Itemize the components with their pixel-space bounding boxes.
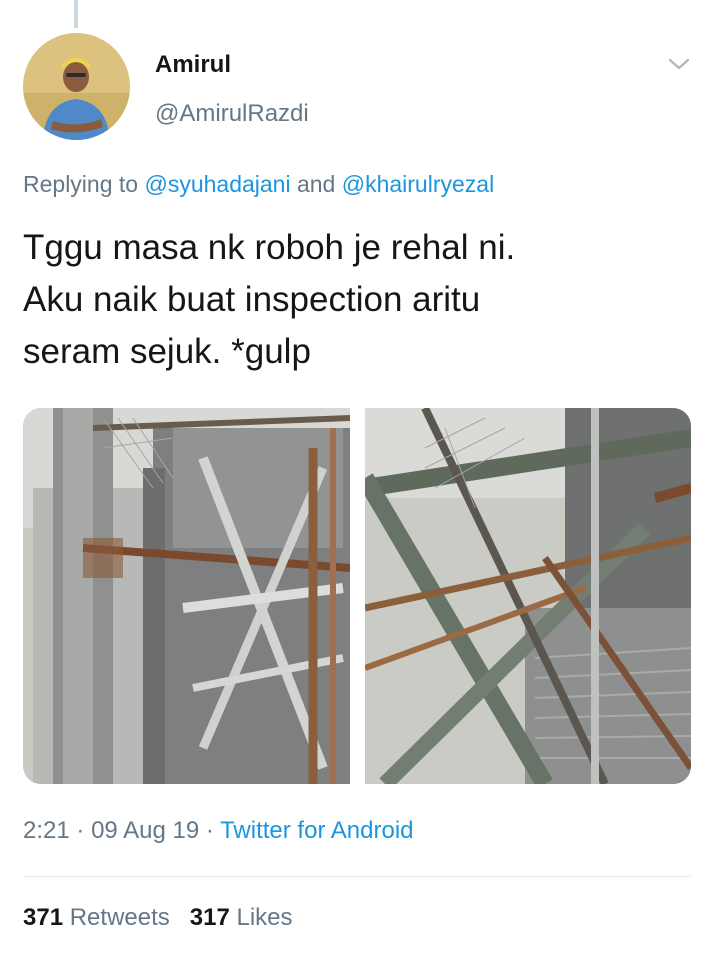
- retweets-count: 371: [23, 904, 64, 931]
- tweet-line: seram sejuk. *gulp: [23, 332, 311, 371]
- stats-divider: [23, 876, 691, 877]
- likes-count: 317: [189, 904, 230, 931]
- mention-link-1[interactable]: @syuhadajani: [144, 171, 290, 197]
- tweet-text: Tggu masa nk roboh je rehal ni. Aku naik…: [23, 222, 693, 378]
- author-handle[interactable]: @AmirulRazdi: [155, 100, 309, 128]
- tweet-date[interactable]: 09 Aug 19: [91, 817, 199, 844]
- reply-prefix: Replying to: [23, 171, 139, 197]
- tweet-image-1[interactable]: [23, 408, 350, 784]
- reply-conjunction: and: [296, 171, 336, 197]
- avatar[interactable]: [23, 33, 130, 140]
- tweet-line: Aku naik buat inspection aritu: [23, 280, 481, 319]
- retweets-stat[interactable]: 371 Retweets: [23, 904, 170, 931]
- mention-link-2[interactable]: @khairulryezal: [342, 171, 494, 197]
- retweets-label: Retweets: [69, 904, 170, 931]
- author-name[interactable]: Amirul: [155, 51, 231, 79]
- meta-separator: ·: [205, 817, 214, 844]
- thread-connector-line: [74, 0, 78, 28]
- tweet-line: Tggu masa nk roboh je rehal ni.: [23, 228, 516, 267]
- chevron-down-icon[interactable]: [667, 54, 691, 74]
- tweet-image-2[interactable]: [365, 408, 691, 784]
- tweet-meta: 2:21 · 09 Aug 19 · Twitter for Android: [23, 817, 414, 845]
- likes-stat[interactable]: 317 Likes: [190, 904, 293, 931]
- reply-context: Replying to @syuhadajani and @khairulrye…: [23, 171, 494, 198]
- meta-separator: ·: [76, 817, 85, 844]
- tweet-source-link[interactable]: Twitter for Android: [220, 817, 413, 844]
- likes-label: Likes: [236, 904, 293, 931]
- tweet-time[interactable]: 2:21: [23, 817, 70, 844]
- tweet-stats: 371 Retweets 317 Likes: [23, 904, 293, 932]
